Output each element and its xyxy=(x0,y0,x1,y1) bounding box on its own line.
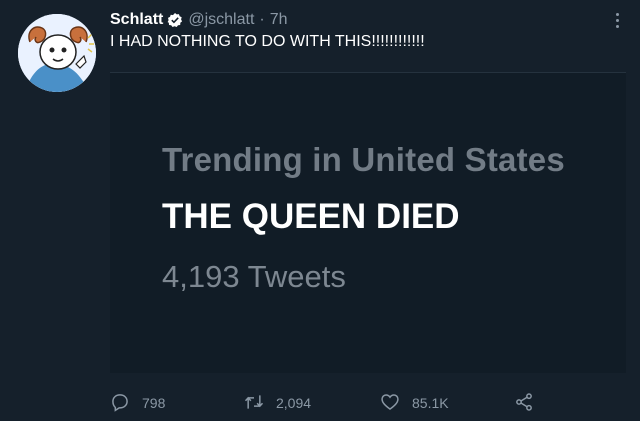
retweet-count: 2,094 xyxy=(276,395,312,411)
like-icon xyxy=(380,392,400,415)
media-topic: THE QUEEN DIED xyxy=(162,197,460,236)
tweet[interactable]: Schlatt @jschlatt · 7h I HAD NOTHING TO … xyxy=(0,0,640,421)
reply-button[interactable]: 798 xyxy=(110,392,165,414)
tweet-actions: 798 2,094 85.1K xyxy=(110,392,630,414)
verified-badge-icon xyxy=(167,12,183,28)
tweet-header: Schlatt @jschlatt · 7h xyxy=(110,10,288,30)
share-button[interactable] xyxy=(514,392,534,414)
like-count: 85.1K xyxy=(412,395,449,411)
tweet-media[interactable]: Trending in United States THE QUEEN DIED… xyxy=(110,72,626,373)
separator-dot: · xyxy=(259,11,265,28)
avatar[interactable] xyxy=(18,14,96,92)
reply-count: 798 xyxy=(142,395,166,411)
tweet-text: I HAD NOTHING TO DO WITH THIS!!!!!!!!!!!… xyxy=(110,33,425,50)
more-icon[interactable] xyxy=(610,8,624,32)
timestamp[interactable]: 7h xyxy=(270,11,288,29)
retweet-icon xyxy=(244,392,264,415)
share-icon xyxy=(514,392,534,415)
author-handle[interactable]: @jschlatt xyxy=(188,11,254,29)
media-trend-label: Trending in United States xyxy=(162,141,565,178)
reply-icon xyxy=(110,392,130,415)
retweet-button[interactable]: 2,094 xyxy=(244,392,311,414)
author-name[interactable]: Schlatt xyxy=(110,11,163,29)
media-tweet-count: 4,193 Tweets xyxy=(162,259,346,294)
like-button[interactable]: 85.1K xyxy=(380,392,449,414)
avatar-illustration xyxy=(18,14,96,92)
